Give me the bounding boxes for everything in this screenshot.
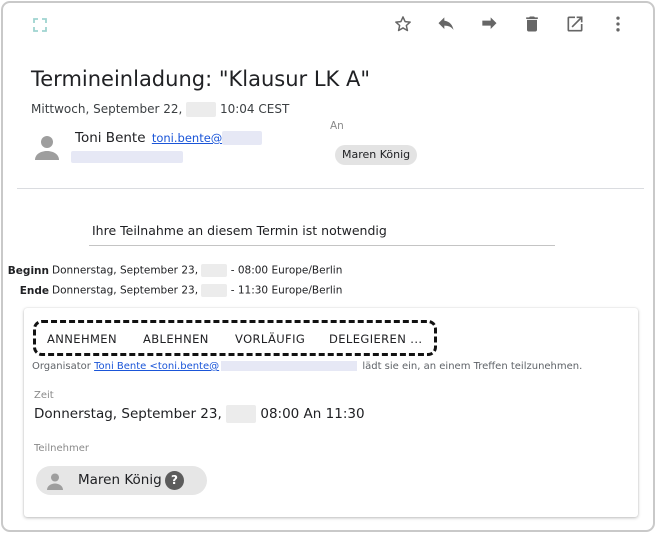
time-section-label: Zeit xyxy=(34,390,54,401)
redacted-organizer-email xyxy=(221,361,358,371)
event-time-range: 08:00 An 11:30 xyxy=(260,406,365,422)
note-underline xyxy=(89,245,555,246)
event-time: Donnerstag, September 23, 08:00 An 11:30 xyxy=(34,405,365,423)
accept-button[interactable]: ANNEHMEN xyxy=(47,332,117,346)
email-subject: Termineinladung: "Klausur LK A" xyxy=(31,67,371,91)
event-date: Donnerstag, September 23, xyxy=(34,406,222,422)
end-label: Ende xyxy=(19,284,49,297)
delete-button[interactable] xyxy=(510,13,553,39)
delete-icon xyxy=(522,14,542,38)
header-divider xyxy=(17,188,644,189)
organizer-invite-text: lädt sie ein, an einem Treffen teilzuneh… xyxy=(362,361,583,372)
sender-name: Toni Bente xyxy=(75,130,146,146)
email-viewer-window: Termineinladung: "Klausur LK A" Mittwoch… xyxy=(1,1,655,532)
begin-time: - 08:00 Europe/Berlin xyxy=(230,264,343,277)
invitation-card: ANNEHMEN ABLEHNEN VORLÄUFIG DELEGIEREN .… xyxy=(24,308,638,517)
participant-name: Maren König xyxy=(78,472,162,488)
organizer-line: Organisator Toni Bente <toni.bente@ lädt… xyxy=(32,361,582,372)
recipient-chip[interactable]: Maren König xyxy=(335,145,418,165)
date-prefix: Mittwoch, September 22, xyxy=(31,102,183,116)
redacted-email-domain xyxy=(222,131,263,145)
begin-row: Beginn Donnerstag, September 23, - 08:00 … xyxy=(3,264,343,277)
attendance-required-note: Ihre Teilnahme an diesem Termin ist notw… xyxy=(92,223,387,238)
participant-chip[interactable]: Maren König ? xyxy=(36,466,207,495)
recipients-label: An xyxy=(330,120,344,132)
more-vert-icon xyxy=(608,14,628,38)
end-date: Donnerstag, September 23, xyxy=(52,284,199,297)
invitation-actions: ANNEHMEN ABLEHNEN VORLÄUFIG DELEGIEREN .… xyxy=(33,320,437,356)
sender-name-line: Toni Bente toni.bente@ xyxy=(75,130,263,146)
organizer-link[interactable]: Toni Bente <toni.bente@ xyxy=(94,361,219,372)
date-time: 10:04 CEST xyxy=(219,102,290,116)
participant-status-help-icon[interactable]: ? xyxy=(165,471,184,490)
participant-avatar-icon xyxy=(46,472,64,490)
tentative-button[interactable]: VORLÄUFIG xyxy=(235,332,305,346)
star-icon xyxy=(393,14,413,38)
open-external-icon xyxy=(565,14,585,38)
sender-email-link[interactable]: toni.bente@ xyxy=(152,131,222,145)
forward-button[interactable] xyxy=(467,13,510,39)
begin-date: Donnerstag, September 23, xyxy=(52,264,199,277)
expand-icon[interactable] xyxy=(33,17,47,32)
participants-section-label: Teilnehmer xyxy=(34,443,89,454)
reply-button[interactable] xyxy=(424,13,467,39)
message-toolbar xyxy=(381,13,639,39)
star-button[interactable] xyxy=(381,13,424,39)
redacted-year xyxy=(201,264,228,277)
reply-icon xyxy=(436,14,456,38)
end-row: Ende Donnerstag, September 23, - 11:30 Eu… xyxy=(3,284,343,297)
more-options-button[interactable] xyxy=(596,13,639,39)
email-date: Mittwoch, September 22, 10:04 CEST xyxy=(31,102,289,117)
begin-label: Beginn xyxy=(7,264,49,277)
forward-icon xyxy=(479,14,499,38)
open-external-button[interactable] xyxy=(553,13,596,39)
redacted-year xyxy=(201,284,228,297)
delegate-button[interactable]: DELEGIEREN ... xyxy=(329,332,422,346)
redacted-email-continuation xyxy=(71,151,183,163)
organizer-label: Organisator xyxy=(32,361,91,372)
redacted-year xyxy=(226,405,257,423)
decline-button[interactable]: ABLEHNEN xyxy=(143,332,209,346)
sender-avatar-icon xyxy=(33,133,61,161)
redacted-year xyxy=(186,102,217,117)
end-time: - 11:30 Europe/Berlin xyxy=(230,284,343,297)
